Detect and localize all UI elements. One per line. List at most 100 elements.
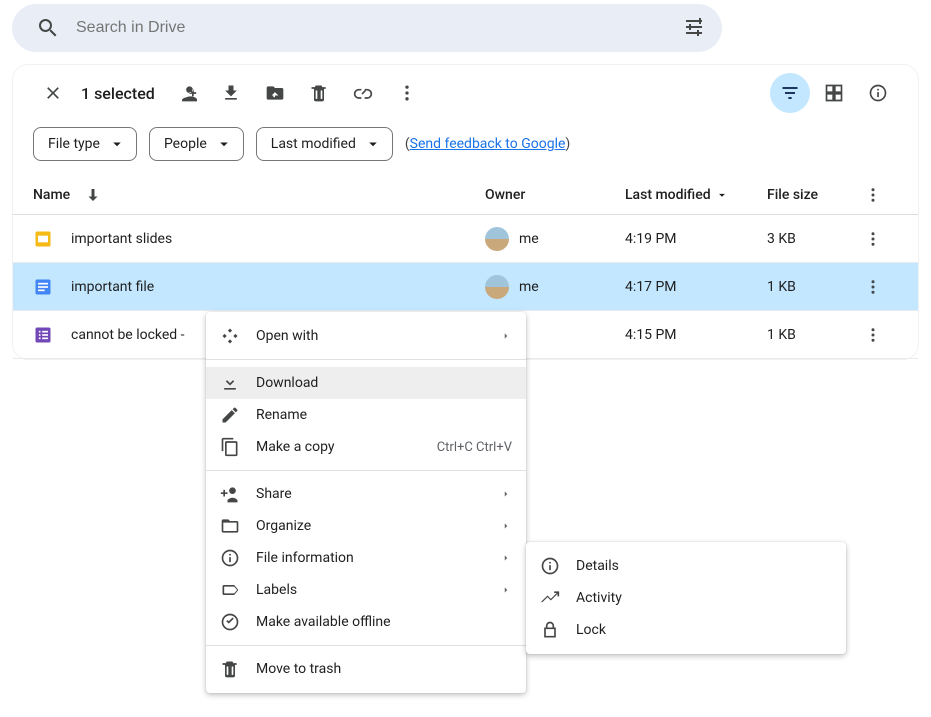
menu-label: Details (576, 558, 832, 574)
menu-labels[interactable]: Labels (206, 574, 526, 606)
file-size: 1 KB (767, 327, 796, 343)
menu-offline[interactable]: Make available offline (206, 606, 526, 638)
paren-close: ) (565, 136, 570, 152)
lock-icon (540, 620, 560, 640)
copy-icon (220, 437, 240, 457)
row-more-button[interactable] (861, 275, 885, 299)
table-row[interactable]: important slides me 4:19 PM 3 KB (13, 215, 918, 263)
avatar (485, 227, 509, 251)
chip-file-type[interactable]: File type (33, 127, 137, 161)
chip-label: People (164, 136, 207, 152)
avatar (485, 275, 509, 299)
open-with-icon (220, 326, 240, 346)
menu-label: Labels (256, 582, 484, 598)
share-icon (220, 484, 240, 504)
menu-rename[interactable]: Rename (206, 399, 526, 431)
feedback-link[interactable]: Send feedback to Google (410, 136, 566, 152)
menu-shortcut: Ctrl+C Ctrl+V (437, 440, 512, 455)
more-options-button[interactable] (387, 73, 427, 113)
menu-download[interactable]: Download (206, 367, 526, 399)
chevron-right-icon (500, 489, 512, 499)
column-owner[interactable]: Owner (485, 187, 625, 203)
chevron-right-icon (500, 585, 512, 595)
feedback-wrap: (Send feedback to Google) (405, 136, 570, 152)
menu-label: Download (256, 375, 512, 391)
menu-label: Make a copy (256, 439, 421, 455)
file-name: important slides (71, 231, 172, 247)
column-last-modified[interactable]: Last modified (625, 187, 767, 203)
activity-icon (540, 588, 560, 608)
modified-time: 4:19 PM (625, 231, 677, 247)
menu-label: File information (256, 550, 484, 566)
search-bar (12, 4, 722, 52)
selection-toolbar: 1 selected (13, 65, 918, 121)
download-icon (220, 373, 240, 393)
menu-label: Rename (256, 407, 512, 423)
menu-open-with[interactable]: Open with (206, 320, 526, 352)
move-button[interactable] (255, 73, 295, 113)
details-button[interactable] (858, 73, 898, 113)
delete-button[interactable] (299, 73, 339, 113)
offline-icon (220, 612, 240, 632)
menu-separator (206, 359, 526, 360)
menu-label: Lock (576, 622, 832, 638)
close-selection-button[interactable] (33, 73, 73, 113)
row-more-button[interactable] (861, 323, 885, 347)
chip-people[interactable]: People (149, 127, 244, 161)
chevron-down-icon (364, 135, 382, 153)
chevron-right-icon (500, 521, 512, 531)
folder-icon (220, 516, 240, 536)
modified-time: 4:17 PM (625, 279, 677, 295)
menu-label: Activity (576, 590, 832, 606)
menu-label: Open with (256, 328, 484, 344)
menu-separator (206, 645, 526, 646)
submenu-lock[interactable]: Lock (526, 614, 846, 646)
file-name: important file (71, 279, 154, 295)
submenu-details[interactable]: Details (526, 550, 846, 582)
share-button[interactable] (167, 73, 207, 113)
filter-chip-row: File type People Last modified (Send fee… (13, 121, 918, 175)
column-options-button[interactable] (861, 183, 885, 207)
chevron-down-icon (108, 135, 126, 153)
search-input[interactable] (68, 19, 674, 37)
modified-time: 4:15 PM (625, 327, 677, 343)
column-modified-label: Last modified (625, 187, 711, 203)
search-options-icon[interactable] (674, 8, 714, 48)
chip-label: Last modified (271, 136, 356, 152)
chip-last-modified[interactable]: Last modified (256, 127, 393, 161)
table-header: Name Owner Last modified File size (13, 175, 918, 215)
file-name: cannot be locked - (71, 327, 185, 343)
menu-organize[interactable]: Organize (206, 510, 526, 542)
menu-make-copy[interactable]: Make a copy Ctrl+C Ctrl+V (206, 431, 526, 463)
menu-label: Move to trash (256, 661, 512, 677)
table-row[interactable]: important file me 4:17 PM 1 KB (13, 263, 918, 311)
row-more-button[interactable] (861, 227, 885, 251)
docs-icon (33, 277, 53, 297)
column-name[interactable]: Name (33, 186, 485, 204)
download-button[interactable] (211, 73, 251, 113)
menu-trash[interactable]: Move to trash (206, 653, 526, 685)
info-icon (540, 556, 560, 576)
column-owner-label: Owner (485, 187, 525, 203)
submenu-activity[interactable]: Activity (526, 582, 846, 614)
trash-icon (220, 659, 240, 679)
menu-label: Make available offline (256, 614, 512, 630)
column-file-size[interactable]: File size (767, 187, 855, 203)
selection-count: 1 selected (81, 84, 155, 103)
menu-label: Share (256, 486, 484, 502)
column-size-label: File size (767, 187, 818, 203)
view-grid-button[interactable] (814, 73, 854, 113)
chevron-right-icon (500, 553, 512, 563)
chip-label: File type (48, 136, 100, 152)
file-size: 3 KB (767, 231, 796, 247)
filter-toggle-button[interactable] (770, 73, 810, 113)
menu-file-info[interactable]: File information (206, 542, 526, 574)
search-icon[interactable] (28, 8, 68, 48)
chevron-down-icon (715, 188, 729, 202)
rename-icon (220, 405, 240, 425)
menu-share[interactable]: Share (206, 478, 526, 510)
context-menu: Open with Download Rename Make a copy Ct… (206, 312, 526, 693)
slides-icon (33, 229, 53, 249)
chevron-down-icon (215, 135, 233, 153)
link-button[interactable] (343, 73, 383, 113)
